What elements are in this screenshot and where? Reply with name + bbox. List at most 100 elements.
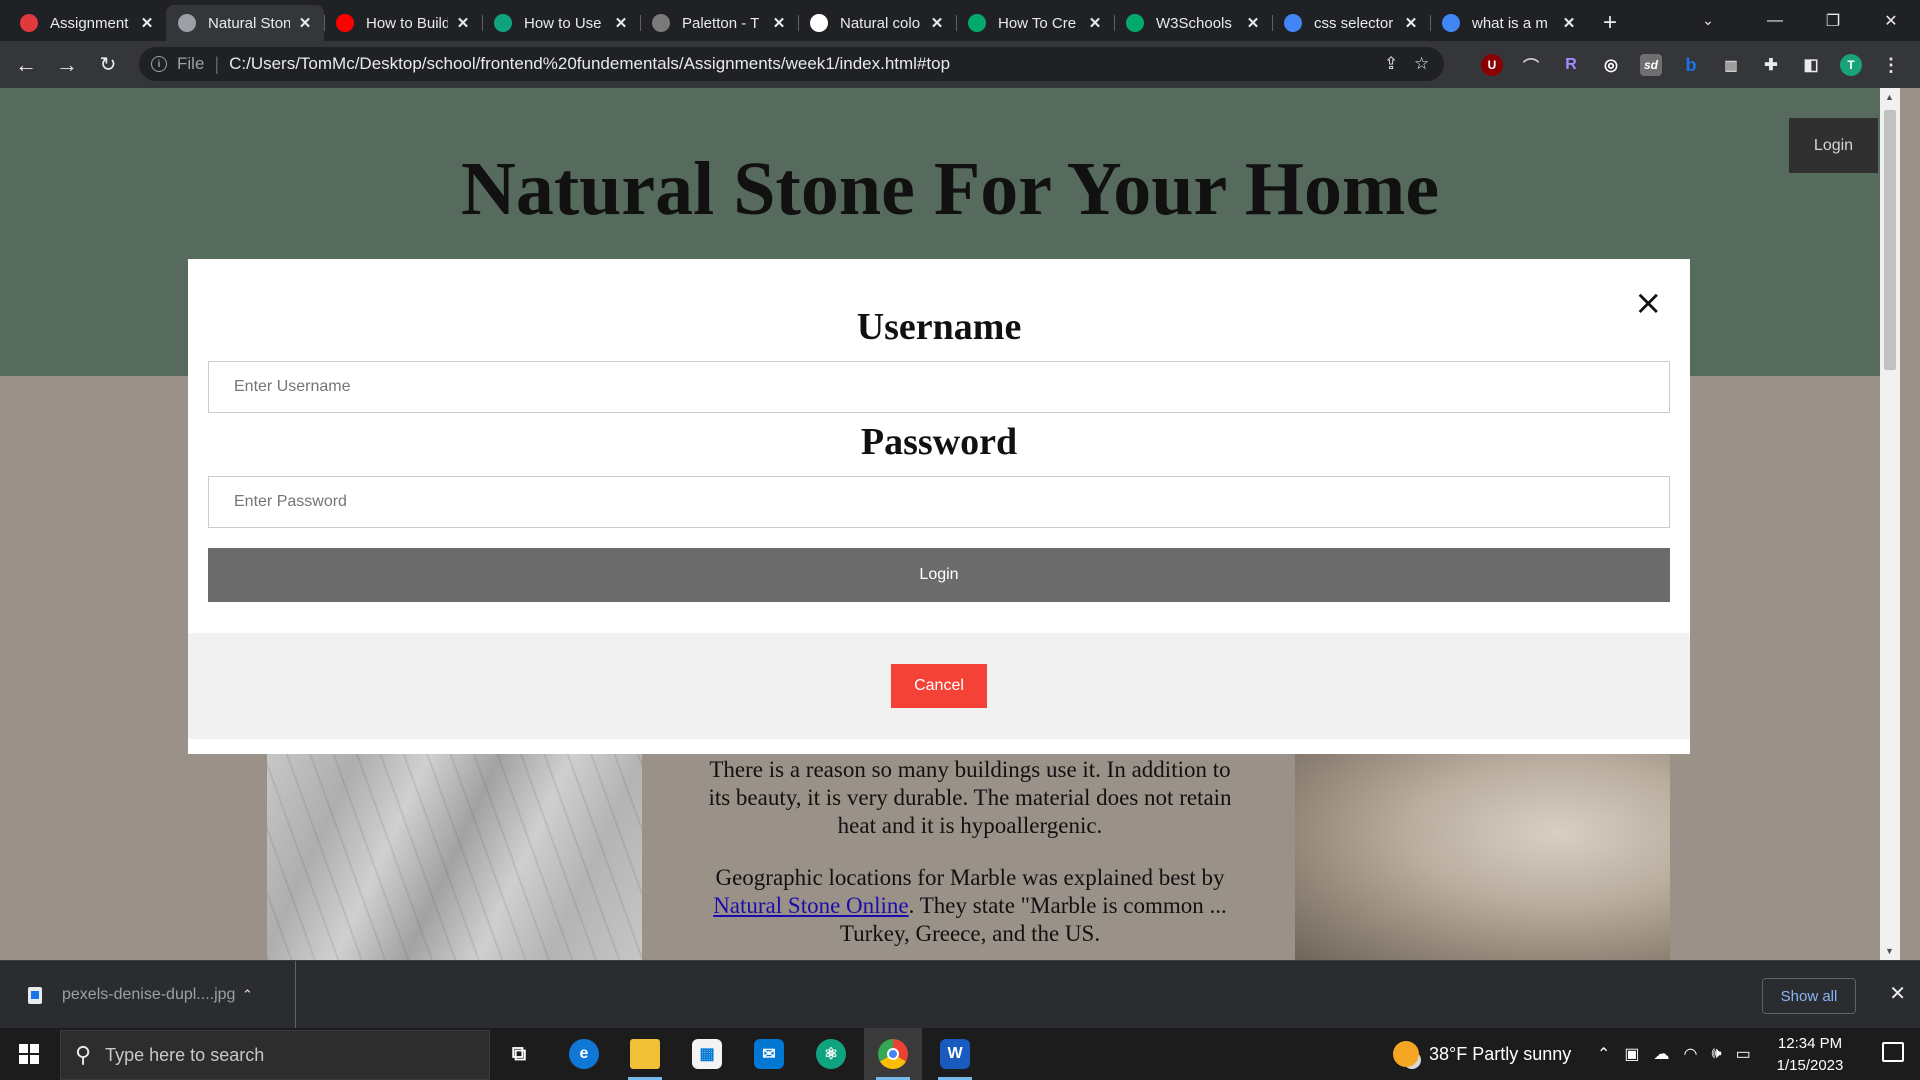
browser-tab[interactable]: How to Build ✕ [324, 5, 482, 41]
close-icon[interactable]: ✕ [612, 14, 630, 32]
marble-image [267, 748, 642, 960]
close-icon[interactable]: ✕ [296, 14, 314, 32]
tab-title: Natural Stone [208, 14, 290, 32]
cancel-button[interactable]: Cancel [891, 664, 987, 708]
clock-time: 12:34 PM [1777, 1035, 1843, 1052]
new-tab-button[interactable]: + [1592, 5, 1628, 41]
browser-tab[interactable]: Assignment ✕ [8, 5, 166, 41]
taskbar-search[interactable]: ⚲ Type here to search [60, 1030, 490, 1080]
back-button[interactable]: ← [6, 47, 46, 83]
browser-tab[interactable]: W3Schools ✕ [1114, 5, 1272, 41]
scroll-down-icon[interactable]: ▼ [1885, 946, 1894, 956]
close-icon[interactable]: ✕ [138, 14, 156, 32]
bing-extension-icon[interactable]: b [1680, 54, 1702, 76]
puzzle-extensions-icon[interactable]: ✚ [1760, 54, 1782, 76]
search-icon: ⚲ [75, 1042, 92, 1067]
start-button[interactable] [0, 1028, 58, 1080]
browser-tab[interactable]: Natural Stone ✕ [166, 5, 324, 41]
microsoft-store-icon[interactable]: ▦ [678, 1028, 736, 1080]
ublock-extension-icon[interactable]: U [1481, 54, 1503, 76]
onedrive-icon[interactable]: ☁ [1654, 1044, 1670, 1064]
wifi-icon[interactable]: ◠ [1684, 1044, 1698, 1064]
chatgpt-extension-icon[interactable]: ◎ [1600, 54, 1622, 76]
username-input[interactable] [208, 361, 1670, 413]
volume-icon[interactable]: 🕪 [1712, 1045, 1722, 1063]
forward-button[interactable]: → [47, 47, 87, 83]
article-paragraph: Geographic locations for Marble was expl… [700, 864, 1240, 948]
chrome-icon[interactable] [864, 1028, 922, 1080]
show-all-button[interactable]: Show all [1762, 978, 1856, 1014]
url-text[interactable]: C:/Users/TomMc/Desktop/school/frontend%2… [229, 54, 950, 74]
window-controls: — ❐ ✕ [1746, 0, 1920, 41]
login-modal: × Username Password Login Cancel [188, 259, 1690, 754]
clock[interactable]: 12:34 PM 1/15/2023 [1760, 1033, 1860, 1077]
share-icon[interactable]: ⇪ [1384, 54, 1398, 74]
mail-icon[interactable]: ✉ [740, 1028, 798, 1080]
windows-logo-icon [19, 1044, 39, 1064]
statue-image [1295, 748, 1670, 960]
browser-tab[interactable]: Paletton - T ✕ [640, 5, 798, 41]
login-submit-button[interactable]: Login [208, 548, 1670, 602]
chevron-up-icon[interactable]: ⌃ [242, 987, 253, 1003]
profile-avatar[interactable]: T [1840, 54, 1862, 76]
task-view-icon[interactable]: ⧉ [490, 1028, 548, 1080]
w3schools-icon [1126, 14, 1144, 32]
info-icon[interactable]: i [151, 56, 167, 72]
clock-date: 1/15/2023 [1776, 1057, 1844, 1074]
close-icon[interactable]: ✕ [1560, 14, 1578, 32]
address-bar[interactable]: i File | C:/Users/TomMc/Desktop/school/f… [139, 47, 1444, 81]
download-file-name[interactable]: pexels-denise-dupl....jpg [62, 986, 242, 1004]
close-icon[interactable]: ✕ [454, 14, 472, 32]
browser-tab[interactable]: How to Use ✕ [482, 5, 640, 41]
tab-title: How To Cre [998, 14, 1077, 32]
page-scrollbar[interactable]: ▲ ▼ [1880, 88, 1900, 960]
kebab-menu-icon[interactable]: ⋮ [1880, 54, 1902, 76]
close-window-button[interactable]: ✕ [1862, 0, 1920, 41]
bookmark-star-icon[interactable]: ☆ [1414, 54, 1429, 74]
word-icon[interactable]: W [926, 1028, 984, 1080]
browser-toolbar: ← → ↻ i File | C:/Users/TomMc/Desktop/sc… [0, 41, 1920, 88]
close-icon[interactable]: ✕ [1086, 14, 1104, 32]
browser-tab[interactable]: css selector ✕ [1272, 5, 1430, 41]
close-icon[interactable]: ✕ [1889, 981, 1906, 1006]
close-icon[interactable]: ✕ [770, 14, 788, 32]
r-extension-icon[interactable]: R [1560, 54, 1582, 76]
rainbow-extension-icon[interactable]: ⌒ [1520, 54, 1542, 76]
hexagon-icon [494, 14, 512, 32]
edge-icon[interactable]: e [555, 1028, 613, 1080]
browser-tab[interactable]: Natural colo ✕ [798, 5, 956, 41]
browser-tab[interactable]: what is a m ✕ [1430, 5, 1588, 41]
stats-extension-icon[interactable]: ▥ [1720, 54, 1742, 76]
battery-icon[interactable]: ▭ [1736, 1044, 1751, 1064]
close-icon[interactable]: ✕ [1402, 14, 1420, 32]
chatgpt-app-icon[interactable]: ⚛ [802, 1028, 860, 1080]
download-item[interactable]: pexels-denise-dupl....jpg ⌃ [0, 961, 296, 1029]
header-login-button[interactable]: Login [1789, 118, 1878, 173]
chevron-up-icon[interactable]: ⌃ [1597, 1044, 1610, 1064]
file-explorer-icon[interactable] [616, 1028, 674, 1080]
meet-now-icon[interactable]: ▣ [1624, 1044, 1639, 1064]
tab-title: css selector [1314, 14, 1394, 32]
tab-title: Assignment [50, 14, 129, 32]
modal-footer: Cancel [188, 633, 1690, 739]
natural-stone-online-link[interactable]: Natural Stone Online [713, 893, 908, 918]
article-paragraph: There is a reason so many buildings use … [708, 757, 1232, 838]
sd-extension-icon[interactable]: sd [1640, 54, 1662, 76]
scroll-up-icon[interactable]: ▲ [1885, 92, 1894, 102]
windows-taskbar: ⚲ Type here to search ⧉ e ▦ ✉ ⚛ W 38°F P… [0, 1028, 1920, 1080]
weather-widget[interactable]: 38°F Partly sunny [1393, 1028, 1571, 1080]
close-icon[interactable]: ✕ [928, 14, 946, 32]
close-icon[interactable]: ✕ [1244, 14, 1262, 32]
scrollbar-thumb[interactable] [1884, 110, 1896, 370]
browser-tab[interactable]: How To Cre ✕ [956, 5, 1114, 41]
password-input[interactable] [208, 476, 1670, 528]
search-placeholder: Type here to search [105, 1044, 265, 1065]
notifications-icon[interactable] [1882, 1042, 1904, 1062]
minimize-button[interactable]: — [1746, 0, 1804, 41]
page-viewport: Natural Stone For Your Home Login There … [0, 88, 1920, 960]
reload-button[interactable]: ↻ [88, 47, 128, 83]
restore-button[interactable]: ❐ [1804, 0, 1862, 41]
tab-search-chevron-icon[interactable]: ⌄ [1690, 6, 1726, 34]
article-text: There is a reason so many buildings use … [700, 756, 1240, 960]
side-panel-icon[interactable]: ◧ [1800, 54, 1822, 76]
